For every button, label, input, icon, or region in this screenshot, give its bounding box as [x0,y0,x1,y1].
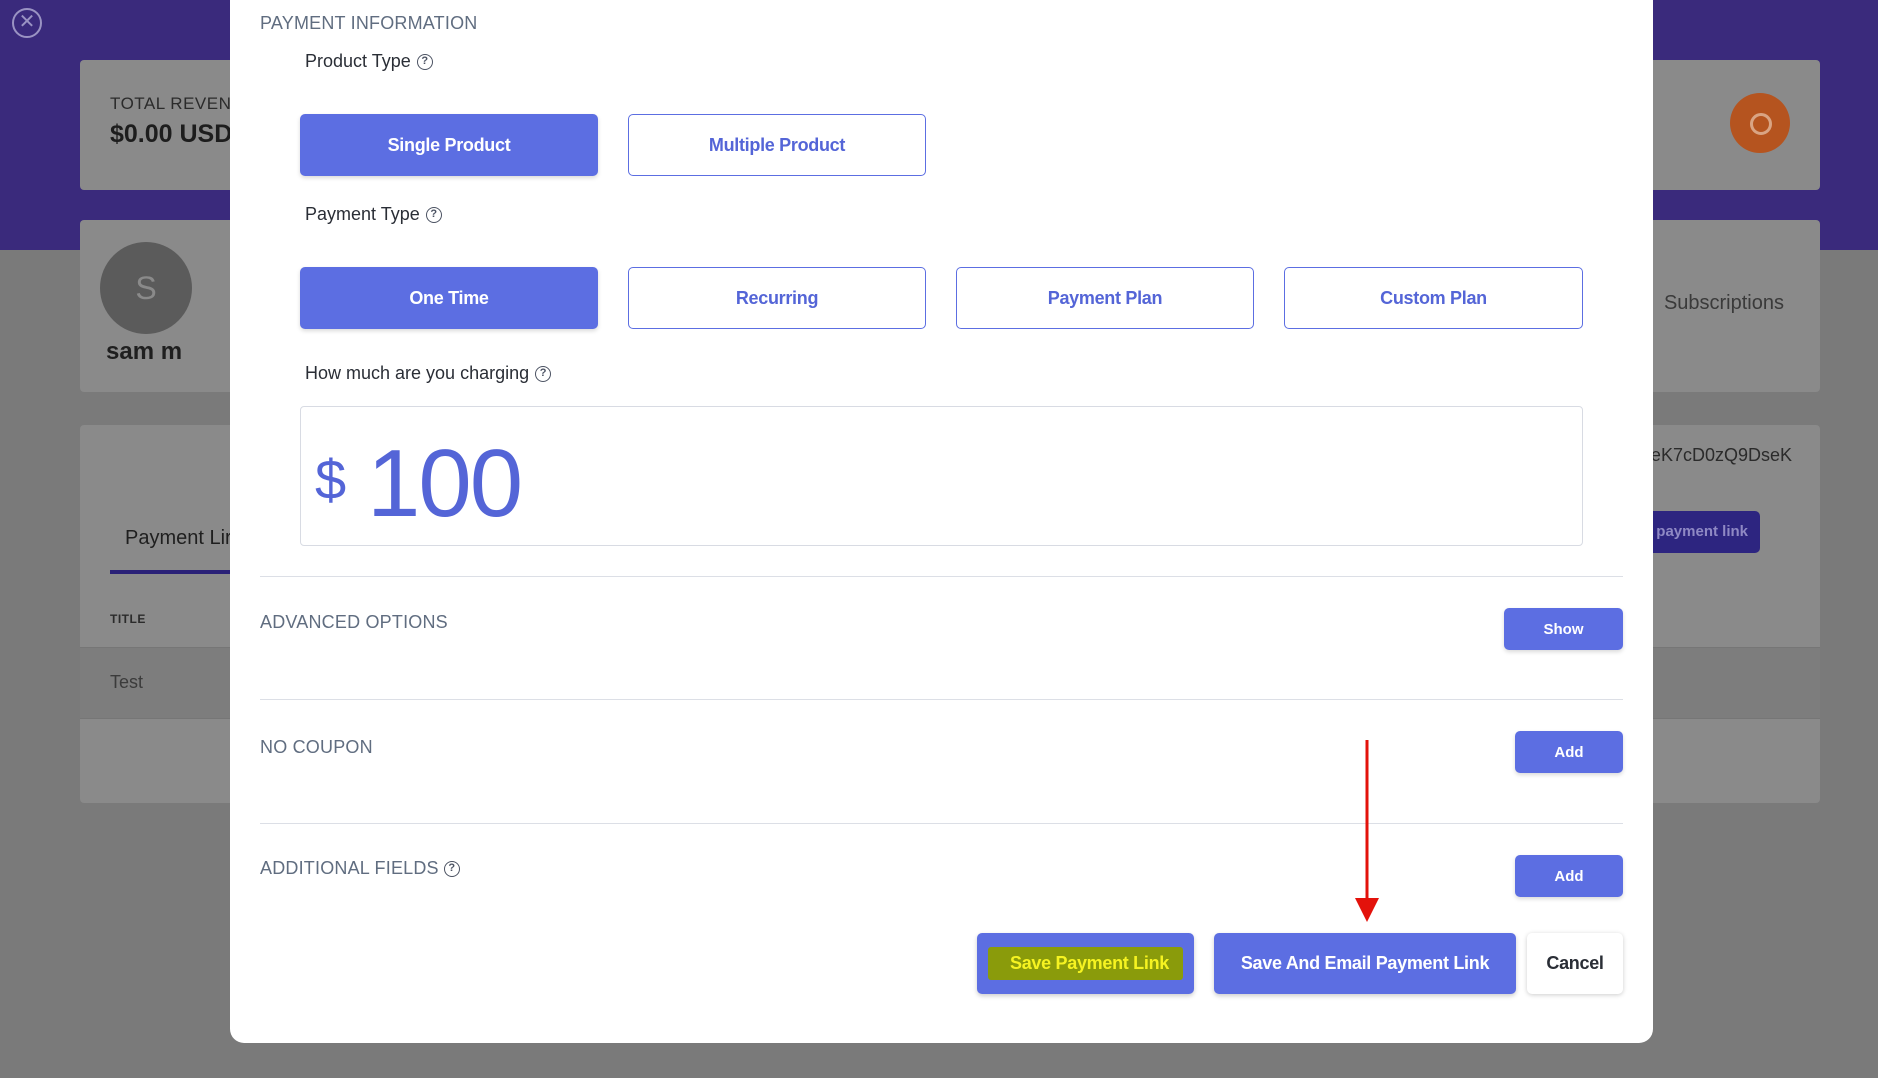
tab-subscriptions[interactable]: Subscriptions [1664,292,1784,315]
one-time-button[interactable]: One Time [300,267,598,329]
no-coupon-label: NO COUPON [260,737,373,757]
api-key-text: SeK7cD0zQ9DseK [1638,445,1792,465]
additional-fields-label-text: ADDITIONAL FIELDS [260,858,439,878]
table-cell-title: Test [110,672,144,692]
product-type-label: Product Type ? [305,51,433,72]
section-divider [260,823,1623,824]
payment-link-modal: PAYMENT INFORMATION Product Type ? Singl… [230,0,1653,1043]
charge-amount-label-text: How much are you charging [305,363,530,383]
annotation-arrow-icon [1355,740,1379,922]
cancel-button[interactable]: Cancel [1527,933,1623,994]
save-payment-link-button[interactable]: Save Payment Link [977,933,1194,994]
add-field-button[interactable]: Add [1515,855,1623,897]
additional-fields-label: ADDITIONAL FIELDS ? [260,858,460,879]
custom-plan-button[interactable]: Custom Plan [1284,267,1583,329]
payment-type-label-text: Payment Type [305,204,420,224]
save-payment-link-label: Save Payment Link [988,947,1183,980]
close-overlay-icon[interactable]: ✕ [12,8,42,38]
charge-amount-label: How much are you charging ? [305,363,552,384]
help-icon[interactable]: ? [535,365,552,382]
help-icon[interactable]: ? [425,206,442,223]
user-name: sam m [106,338,183,365]
payment-type-label: Payment Type ? [305,204,442,225]
save-and-email-payment-link-button[interactable]: Save And Email Payment Link [1214,933,1516,994]
advanced-options-label: ADVANCED OPTIONS [260,612,448,632]
section-divider [260,576,1623,577]
total-revenue-value: $0.00 USD [110,120,233,148]
help-icon[interactable]: ? [416,53,433,70]
product-type-label-text: Product Type [305,51,411,71]
single-product-button[interactable]: Single Product [300,114,598,176]
table-header-title: TITLE [110,612,146,626]
tab-payment-links[interactable]: Payment Lir [125,527,232,550]
recurring-button[interactable]: Recurring [628,267,926,329]
currency-symbol: $ [315,448,347,511]
clock-icon [1730,93,1790,153]
avatar: S [100,242,192,334]
help-icon[interactable]: ? [443,860,460,877]
add-coupon-button[interactable]: Add [1515,731,1623,773]
amount-input[interactable]: $ 100 [300,406,1583,546]
show-advanced-options-button[interactable]: Show [1504,608,1623,650]
amount-value: 100 [367,430,523,537]
total-revenue-label: TOTAL REVENU [110,94,245,113]
payment-plan-button[interactable]: Payment Plan [956,267,1254,329]
multiple-product-button[interactable]: Multiple Product [628,114,926,176]
payment-information-heading: PAYMENT INFORMATION [260,13,478,33]
section-divider [260,699,1623,700]
